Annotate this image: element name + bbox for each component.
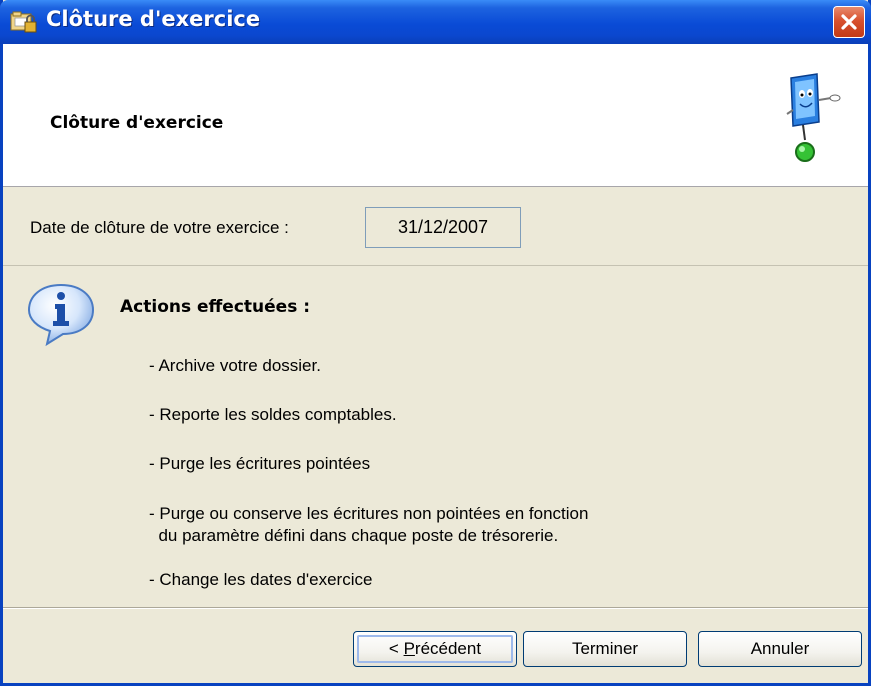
actions-title: Actions effectuées :	[120, 297, 311, 317]
finish-button[interactable]: Terminer	[523, 631, 687, 667]
previous-button[interactable]: < Précédent	[353, 631, 517, 667]
cancel-button-label: Annuler	[750, 639, 810, 658]
close-icon	[841, 14, 857, 30]
info-icon	[27, 283, 95, 347]
closing-date-row: Date de clôture de votre exercice : 31/1…	[3, 187, 868, 266]
computer-mascot-icon	[786, 73, 841, 162]
action-item: - Purge ou conserve les écritures non po…	[149, 504, 589, 545]
lock-folder-icon	[10, 11, 37, 33]
focus-ring	[357, 635, 513, 663]
header-title: Clôture d'exercice	[50, 113, 224, 133]
action-item: - Reporte les soldes comptables.	[149, 405, 397, 424]
cancel-button[interactable]: Annuler	[698, 631, 862, 667]
close-button[interactable]	[833, 6, 865, 38]
closing-date-label: Date de clôture de votre exercice :	[30, 218, 289, 237]
action-item: - Change les dates d'exercice	[149, 570, 373, 589]
title-bar[interactable]: Clôture d'exercice	[0, 0, 871, 44]
window-title: Clôture d'exercice	[46, 7, 261, 31]
action-item: - Archive votre dossier.	[149, 356, 321, 375]
wizard-header: Clôture d'exercice	[3, 44, 868, 187]
action-item: - Purge les écritures pointées	[149, 454, 371, 473]
closing-dialog: Clôture d'exercice Clôture d'exercice Da…	[0, 0, 871, 686]
finish-button-label: Terminer	[571, 639, 639, 658]
button-divider	[3, 607, 868, 609]
closing-date-value: 31/12/2007	[365, 207, 521, 248]
